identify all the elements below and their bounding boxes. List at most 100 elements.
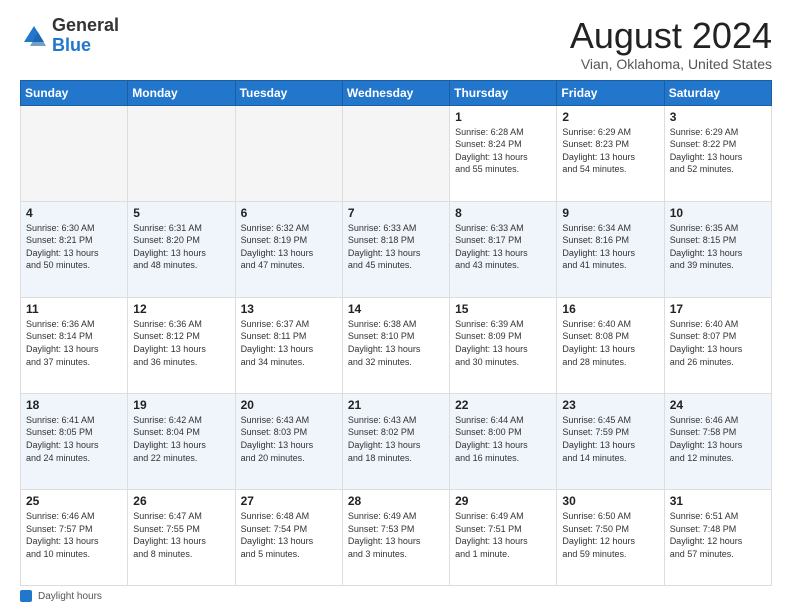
day-cell: 11 Sunrise: 6:36 AM Sunset: 8:14 PM Dayli… [21,297,128,393]
day-cell: 18Sunrise: 6:41 AM Sunset: 8:05 PM Dayli… [21,393,128,489]
day-info: Sunrise: 6:38 AM Sunset: 8:10 PM Dayligh… [348,318,444,368]
day-cell: 9Sunrise: 6:34 AM Sunset: 8:16 PM Daylig… [557,201,664,297]
day-number: 5 [133,206,229,220]
day-number: 20 [241,398,337,412]
logo-general: General [52,16,119,36]
day-number: 30 [562,494,658,508]
weekday-thursday: Thursday [450,80,557,105]
location: Vian, Oklahoma, United States [570,56,772,72]
day-number: 1 [455,110,551,124]
day-info: Sunrise: 6:47 AM Sunset: 7:55 PM Dayligh… [133,510,229,560]
day-number: 4 [26,206,122,220]
day-number: 15 [455,302,551,316]
day-info: Sunrise: 6:45 AM Sunset: 7:59 PM Dayligh… [562,414,658,464]
day-cell: 22Sunrise: 6:44 AM Sunset: 8:00 PM Dayli… [450,393,557,489]
day-cell [21,105,128,201]
logo-blue: Blue [52,36,119,56]
day-info: Sunrise: 6:28 AM Sunset: 8:24 PM Dayligh… [455,126,551,176]
day-info: Sunrise: 6:29 AM Sunset: 8:22 PM Dayligh… [670,126,766,176]
day-number: 31 [670,494,766,508]
title-block: August 2024 Vian, Oklahoma, United State… [570,16,772,72]
day-info: Sunrise: 6:42 AM Sunset: 8:04 PM Dayligh… [133,414,229,464]
day-number: 28 [348,494,444,508]
page: General Blue August 2024 Vian, Oklahoma,… [0,0,792,612]
day-info: Sunrise: 6:43 AM Sunset: 8:02 PM Dayligh… [348,414,444,464]
day-number: 23 [562,398,658,412]
weekday-sunday: Sunday [21,80,128,105]
day-info: Sunrise: 6:49 AM Sunset: 7:51 PM Dayligh… [455,510,551,560]
day-cell: 19 Sunrise: 6:42 AM Sunset: 8:04 PM Dayli… [128,393,235,489]
day-cell: 27Sunrise: 6:48 AM Sunset: 7:54 PM Dayli… [235,489,342,585]
day-cell: 16 Sunrise: 6:40 AM Sunset: 8:08 PM Dayli… [557,297,664,393]
day-number: 17 [670,302,766,316]
day-info: Sunrise: 6:33 AM Sunset: 8:18 PM Dayligh… [348,222,444,272]
day-info: Sunrise: 6:36 AM Sunset: 8:14 PM Dayligh… [26,318,122,368]
logo-icon [20,22,48,50]
day-info: Sunrise: 6:36 AM Sunset: 8:12 PM Dayligh… [133,318,229,368]
day-info: Sunrise: 6:31 AM Sunset: 8:20 PM Dayligh… [133,222,229,272]
day-cell: 28 Sunrise: 6:49 AM Sunset: 7:53 PM Dayli… [342,489,449,585]
day-info: Sunrise: 6:30 AM Sunset: 8:21 PM Dayligh… [26,222,122,272]
weekday-header-row: SundayMondayTuesdayWednesdayThursdayFrid… [21,80,772,105]
day-info: Sunrise: 6:50 AM Sunset: 7:50 PM Dayligh… [562,510,658,560]
day-info: Sunrise: 6:39 AM Sunset: 8:09 PM Dayligh… [455,318,551,368]
day-info: Sunrise: 6:33 AM Sunset: 8:17 PM Dayligh… [455,222,551,272]
footer: Daylight hours [20,590,772,602]
day-cell: 24 Sunrise: 6:46 AM Sunset: 7:58 PM Dayli… [664,393,771,489]
day-cell: 14 Sunrise: 6:38 AM Sunset: 8:10 PM Dayli… [342,297,449,393]
day-cell: 20Sunrise: 6:43 AM Sunset: 8:03 PM Dayli… [235,393,342,489]
weekday-saturday: Saturday [664,80,771,105]
weekday-friday: Friday [557,80,664,105]
day-cell: 31 Sunrise: 6:51 AM Sunset: 7:48 PM Dayli… [664,489,771,585]
day-info: Sunrise: 6:35 AM Sunset: 8:15 PM Dayligh… [670,222,766,272]
day-number: 13 [241,302,337,316]
day-cell [235,105,342,201]
day-number: 16 [562,302,658,316]
day-number: 11 [26,302,122,316]
day-info: Sunrise: 6:46 AM Sunset: 7:58 PM Dayligh… [670,414,766,464]
day-info: Sunrise: 6:40 AM Sunset: 8:07 PM Dayligh… [670,318,766,368]
day-number: 21 [348,398,444,412]
day-cell: 6 Sunrise: 6:32 AM Sunset: 8:19 PM Daylig… [235,201,342,297]
logo: General Blue [20,16,119,56]
logo-text: General Blue [52,16,119,56]
day-number: 7 [348,206,444,220]
day-number: 10 [670,206,766,220]
day-number: 3 [670,110,766,124]
day-number: 9 [562,206,658,220]
day-cell: 10 Sunrise: 6:35 AM Sunset: 8:15 PM Dayli… [664,201,771,297]
week-row-1: 1 Sunrise: 6:28 AM Sunset: 8:24 PM Daylig… [21,105,772,201]
daylight-label: Daylight hours [38,591,102,602]
day-cell: 4 Sunrise: 6:30 AM Sunset: 8:21 PM Daylig… [21,201,128,297]
week-row-3: 11 Sunrise: 6:36 AM Sunset: 8:14 PM Dayli… [21,297,772,393]
day-number: 2 [562,110,658,124]
day-number: 19 [133,398,229,412]
day-number: 27 [241,494,337,508]
day-number: 22 [455,398,551,412]
day-info: Sunrise: 6:40 AM Sunset: 8:08 PM Dayligh… [562,318,658,368]
day-info: Sunrise: 6:51 AM Sunset: 7:48 PM Dayligh… [670,510,766,560]
day-number: 14 [348,302,444,316]
day-number: 12 [133,302,229,316]
day-cell: 29 Sunrise: 6:49 AM Sunset: 7:51 PM Dayli… [450,489,557,585]
day-cell: 21 Sunrise: 6:43 AM Sunset: 8:02 PM Dayli… [342,393,449,489]
day-cell: 5 Sunrise: 6:31 AM Sunset: 8:20 PM Daylig… [128,201,235,297]
day-info: Sunrise: 6:29 AM Sunset: 8:23 PM Dayligh… [562,126,658,176]
weekday-wednesday: Wednesday [342,80,449,105]
daylight-dot [20,590,32,602]
day-number: 6 [241,206,337,220]
day-cell: 13 Sunrise: 6:37 AM Sunset: 8:11 PM Dayli… [235,297,342,393]
day-info: Sunrise: 6:37 AM Sunset: 8:11 PM Dayligh… [241,318,337,368]
day-cell: 8Sunrise: 6:33 AM Sunset: 8:17 PM Daylig… [450,201,557,297]
week-row-2: 4 Sunrise: 6:30 AM Sunset: 8:21 PM Daylig… [21,201,772,297]
day-cell: 3 Sunrise: 6:29 AM Sunset: 8:22 PM Daylig… [664,105,771,201]
day-cell [128,105,235,201]
weekday-tuesday: Tuesday [235,80,342,105]
day-cell [342,105,449,201]
day-number: 29 [455,494,551,508]
day-cell: 12 Sunrise: 6:36 AM Sunset: 8:12 PM Dayli… [128,297,235,393]
day-info: Sunrise: 6:32 AM Sunset: 8:19 PM Dayligh… [241,222,337,272]
day-number: 24 [670,398,766,412]
day-info: Sunrise: 6:49 AM Sunset: 7:53 PM Dayligh… [348,510,444,560]
day-cell: 23 Sunrise: 6:45 AM Sunset: 7:59 PM Dayli… [557,393,664,489]
